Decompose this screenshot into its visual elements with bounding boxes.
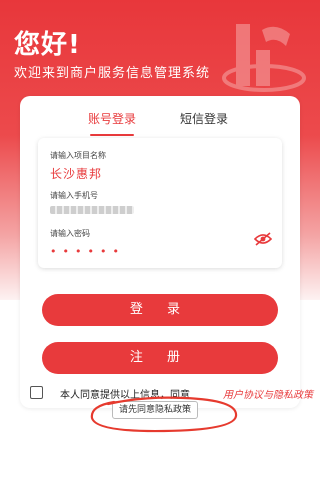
project-name-label: 请输入项目名称 [50, 151, 106, 160]
brand-logo-icon [222, 24, 306, 92]
login-tabs: 账号登录 短信登录 [20, 110, 300, 140]
password-input[interactable]: •••••• [50, 245, 270, 258]
tab-account-login[interactable]: 账号登录 [88, 110, 136, 127]
register-button[interactable]: 注 册 [42, 342, 278, 374]
toast-message: 请先同意隐私政策 [112, 401, 199, 419]
tab-sms-login[interactable]: 短信登录 [180, 110, 228, 127]
project-name-field[interactable]: 请输入项目名称 长沙惠邦 [50, 150, 270, 182]
active-tab-indicator [90, 134, 134, 136]
welcome-subtitle: 欢迎来到商户服务信息管理系统 [14, 66, 211, 81]
phone-field[interactable]: 请输入手机号 [50, 190, 270, 214]
password-field[interactable]: 请输入密码 •••••• [50, 228, 270, 258]
project-name-input[interactable]: 长沙惠邦 [50, 165, 270, 182]
greeting-title: 您好! [14, 30, 81, 60]
phone-label: 请输入手机号 [50, 191, 98, 200]
agreement-text: 本人同意提供以上信息，同意 [60, 390, 190, 401]
password-label: 请输入密码 [50, 229, 90, 238]
login-form: 请输入项目名称 长沙惠邦 请输入手机号 请输入密码 •••••• [38, 138, 282, 268]
login-card: 账号登录 短信登录 请输入项目名称 长沙惠邦 请输入手机号 请输入密码 ••••… [20, 96, 300, 408]
login-button[interactable]: 登 录 [42, 294, 278, 326]
privacy-policy-link[interactable]: 用户协议与隐私政策 [223, 386, 313, 401]
agreement-row: 本人同意提供以上信息，同意 用户协议与隐私政策 [30, 385, 320, 401]
agreement-checkbox[interactable] [30, 386, 43, 399]
eye-off-icon[interactable] [254, 232, 272, 246]
phone-input-blurred[interactable] [50, 206, 134, 214]
